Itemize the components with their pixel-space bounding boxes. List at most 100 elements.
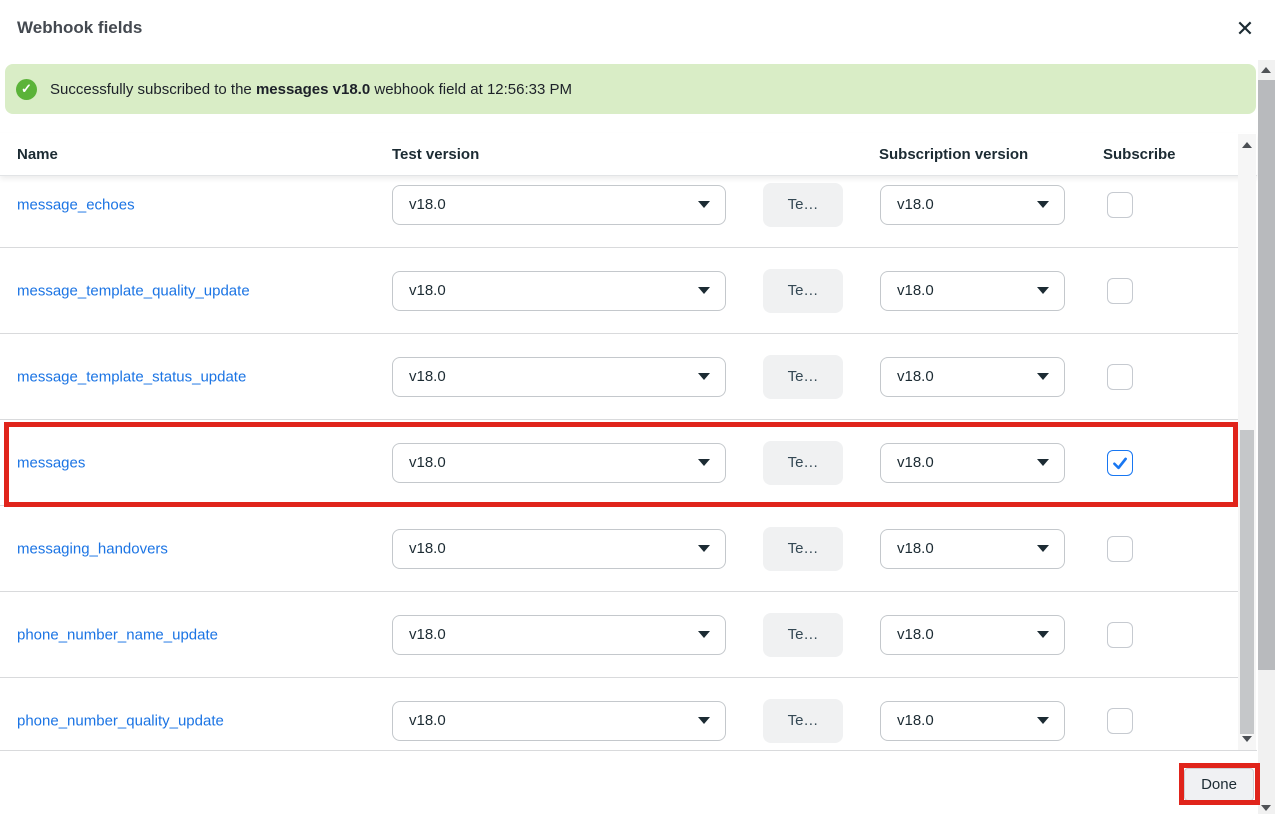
table-row: messages v18.0 Te… v18.0	[0, 420, 1256, 506]
table-bottom-border	[0, 750, 1257, 751]
subscription-version-value: v18.0	[897, 540, 934, 557]
test-button-label: Te…	[788, 454, 819, 471]
table-row: messaging_handovers v18.0 Te… v18.0	[0, 506, 1256, 592]
chevron-down-icon	[1037, 459, 1049, 466]
test-button-label: Te…	[788, 626, 819, 643]
subscription-version-dropdown[interactable]: v18.0	[880, 357, 1065, 397]
done-button[interactable]: Done	[1184, 768, 1254, 801]
test-version-value: v18.0	[409, 196, 446, 213]
test-version-dropdown[interactable]: v18.0	[392, 529, 726, 569]
test-button[interactable]: Te…	[763, 355, 843, 399]
table-body: message_echoes v18.0 Te… v18.0 message_t…	[0, 176, 1257, 750]
field-name-link[interactable]: phone_number_quality_update	[17, 712, 224, 729]
test-version-value: v18.0	[409, 368, 446, 385]
banner-text-suffix: webhook field at 12:56:33 PM	[370, 81, 572, 98]
column-header-test-version: Test version	[392, 133, 479, 176]
table-row: phone_number_quality_update v18.0 Te… v1…	[0, 678, 1256, 750]
subscription-version-dropdown[interactable]: v18.0	[880, 615, 1065, 655]
subscribe-checkbox[interactable]	[1107, 536, 1133, 562]
table-row: phone_number_name_update v18.0 Te… v18.0	[0, 592, 1256, 678]
success-check-icon: ✓	[16, 79, 37, 100]
test-button-label: Te…	[788, 282, 819, 299]
test-version-dropdown[interactable]: v18.0	[392, 185, 726, 225]
subscribe-checkbox[interactable]	[1107, 622, 1133, 648]
table-row: message_template_status_update v18.0 Te……	[0, 334, 1256, 420]
subscription-version-dropdown[interactable]: v18.0	[880, 443, 1065, 483]
scroll-down-icon[interactable]	[1261, 805, 1271, 811]
test-version-dropdown[interactable]: v18.0	[392, 271, 726, 311]
table-header: Name Test version Subscription version S…	[0, 133, 1257, 176]
page-title: Webhook fields	[17, 18, 142, 38]
subscription-version-dropdown[interactable]: v18.0	[880, 185, 1065, 225]
column-header-subscription-version: Subscription version	[879, 133, 1028, 176]
field-name-link[interactable]: messaging_handovers	[17, 540, 168, 557]
chevron-down-icon	[1037, 545, 1049, 552]
subscribe-checkbox[interactable]	[1107, 450, 1133, 476]
subscription-version-value: v18.0	[897, 282, 934, 299]
subscribe-checkbox[interactable]	[1107, 278, 1133, 304]
test-button[interactable]: Te…	[763, 441, 843, 485]
subscription-version-dropdown[interactable]: v18.0	[880, 529, 1065, 569]
table-scrollbar[interactable]	[1238, 134, 1256, 750]
subscription-version-value: v18.0	[897, 196, 934, 213]
success-banner: ✓ Successfully subscribed to the message…	[5, 64, 1256, 114]
subscribe-checkbox[interactable]	[1107, 708, 1133, 734]
banner-text-prefix: Successfully subscribed to the	[50, 81, 256, 98]
test-version-value: v18.0	[409, 712, 446, 729]
subscribe-checkbox[interactable]	[1107, 192, 1133, 218]
done-button-label: Done	[1201, 776, 1237, 793]
chevron-down-icon	[698, 373, 710, 380]
field-name-link[interactable]: message_template_status_update	[17, 368, 246, 385]
test-button[interactable]: Te…	[763, 183, 843, 227]
test-version-value: v18.0	[409, 282, 446, 299]
chevron-down-icon	[1037, 201, 1049, 208]
test-version-value: v18.0	[409, 626, 446, 643]
field-name-link[interactable]: messages	[17, 454, 85, 471]
field-name-link[interactable]: phone_number_name_update	[17, 626, 218, 643]
subscription-version-value: v18.0	[897, 712, 934, 729]
success-banner-text: Successfully subscribed to the messages …	[50, 81, 572, 98]
chevron-down-icon	[698, 631, 710, 638]
field-name-link[interactable]: message_template_quality_update	[17, 282, 250, 299]
test-version-dropdown[interactable]: v18.0	[392, 701, 726, 741]
scroll-down-icon[interactable]	[1242, 736, 1252, 742]
chevron-down-icon	[698, 459, 710, 466]
chevron-down-icon	[698, 545, 710, 552]
table-scrollbar-thumb[interactable]	[1240, 430, 1254, 734]
test-version-value: v18.0	[409, 454, 446, 471]
test-version-dropdown[interactable]: v18.0	[392, 443, 726, 483]
chevron-down-icon	[698, 287, 710, 294]
subscription-version-value: v18.0	[897, 368, 934, 385]
page-scrollbar-thumb[interactable]	[1258, 80, 1275, 670]
chevron-down-icon	[1037, 631, 1049, 638]
test-button[interactable]: Te…	[763, 699, 843, 743]
subscription-version-dropdown[interactable]: v18.0	[880, 701, 1065, 741]
test-button[interactable]: Te…	[763, 269, 843, 313]
test-button[interactable]: Te…	[763, 613, 843, 657]
subscription-version-value: v18.0	[897, 454, 934, 471]
test-button-label: Te…	[788, 540, 819, 557]
chevron-down-icon	[698, 201, 710, 208]
column-header-subscribe: Subscribe	[1103, 133, 1176, 176]
table-row: message_echoes v18.0 Te… v18.0	[0, 176, 1256, 248]
subscription-version-value: v18.0	[897, 626, 934, 643]
table-row: message_template_quality_update v18.0 Te…	[0, 248, 1256, 334]
banner-text-highlight: messages v18.0	[256, 81, 370, 98]
checkmark-icon	[1111, 454, 1129, 472]
chevron-down-icon	[1037, 373, 1049, 380]
subscription-version-dropdown[interactable]: v18.0	[880, 271, 1065, 311]
column-header-name: Name	[17, 133, 58, 176]
field-name-link[interactable]: message_echoes	[17, 196, 135, 213]
close-icon[interactable]: ✕	[1230, 14, 1260, 44]
subscribe-checkbox[interactable]	[1107, 364, 1133, 390]
test-button-label: Te…	[788, 196, 819, 213]
test-version-dropdown[interactable]: v18.0	[392, 357, 726, 397]
scroll-up-icon[interactable]	[1242, 142, 1252, 148]
page-scrollbar[interactable]	[1258, 60, 1275, 814]
chevron-down-icon	[698, 717, 710, 724]
test-button[interactable]: Te…	[763, 527, 843, 571]
test-version-dropdown[interactable]: v18.0	[392, 615, 726, 655]
chevron-down-icon	[1037, 287, 1049, 294]
test-button-label: Te…	[788, 712, 819, 729]
scroll-up-icon[interactable]	[1261, 67, 1271, 73]
